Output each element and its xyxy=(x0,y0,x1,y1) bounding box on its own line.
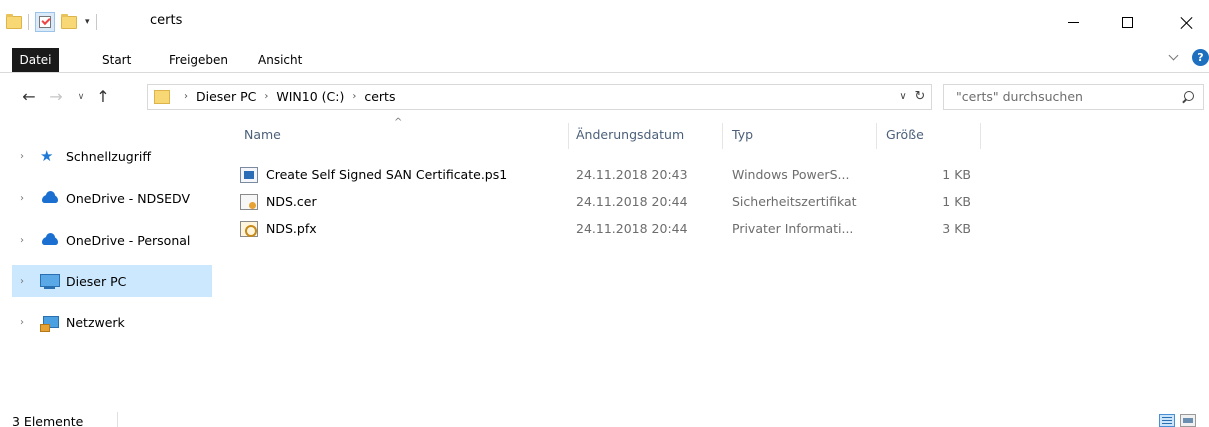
breadcrumb-separator[interactable]: › xyxy=(184,85,188,109)
status-separator xyxy=(117,412,118,427)
details-view-icon[interactable] xyxy=(1159,414,1175,427)
title-bar: ▾ certs xyxy=(0,0,1209,44)
breadcrumb: › Dieser PC › WIN10 (C:) › certs xyxy=(176,85,395,109)
file-type: Windows PowerS... xyxy=(732,167,850,182)
certificate-file-icon xyxy=(240,193,258,210)
column-header-date[interactable]: Änderungsdatum xyxy=(576,120,684,150)
file-date: 24.11.2018 20:43 xyxy=(576,167,688,182)
sidebar-item-label: Netzwerk xyxy=(66,314,125,330)
close-icon xyxy=(1180,16,1193,29)
sidebar-item-label: OneDrive - NDSEDV xyxy=(66,190,190,206)
breadcrumb-separator[interactable]: › xyxy=(264,85,268,109)
column-divider[interactable] xyxy=(876,123,877,149)
sidebar-item-dieser-pc[interactable]: › Dieser PC xyxy=(12,265,212,297)
column-header-name[interactable]: Name xyxy=(244,120,281,150)
expand-chevron-icon[interactable]: › xyxy=(14,235,30,246)
toolbar-separator xyxy=(95,14,97,30)
search-input[interactable]: "certs" durchsuchen xyxy=(943,84,1204,110)
up-button[interactable]: ↑ xyxy=(92,86,114,108)
powershell-file-icon xyxy=(240,166,258,183)
toolbar-separator xyxy=(28,14,29,30)
file-name[interactable]: NDS.pfx xyxy=(266,221,317,236)
file-row[interactable]: Create Self Signed SAN Certificate.ps1 2… xyxy=(236,164,996,185)
expand-ribbon-chevron-icon[interactable] xyxy=(1168,51,1180,63)
onedrive-icon xyxy=(40,190,60,206)
breadcrumb-separator[interactable]: › xyxy=(352,85,356,109)
file-size: 3 KB xyxy=(942,221,971,236)
file-size: 1 KB xyxy=(942,194,971,209)
tab-start[interactable]: Start xyxy=(102,48,131,72)
column-header-type[interactable]: Typ xyxy=(732,120,753,150)
tab-ansicht[interactable]: Ansicht xyxy=(258,48,302,72)
file-name[interactable]: Create Self Signed SAN Certificate.ps1 xyxy=(266,167,507,182)
large-icons-view-icon[interactable] xyxy=(1180,414,1196,427)
address-history-dropdown[interactable]: ∨ xyxy=(896,85,910,109)
maximize-icon xyxy=(1121,16,1133,28)
status-item-count: 3 Elemente xyxy=(12,414,84,427)
pfx-file-icon xyxy=(240,220,258,237)
breadcrumb-drive[interactable]: WIN10 (C:) xyxy=(276,85,344,109)
address-bar[interactable]: › Dieser PC › WIN10 (C:) › certs ∨ ↻ xyxy=(147,84,932,110)
forward-button[interactable]: → xyxy=(45,86,67,108)
new-folder-button[interactable] xyxy=(61,13,77,29)
sort-ascending-icon: ^ xyxy=(394,117,403,128)
breadcrumb-dieser-pc[interactable]: Dieser PC xyxy=(196,85,256,109)
sidebar-item-schnellzugriff[interactable]: › ★ Schnellzugriff xyxy=(12,140,212,172)
refresh-icon[interactable]: ↻ xyxy=(911,85,929,109)
properties-button[interactable] xyxy=(35,12,55,32)
expand-chevron-icon[interactable]: › xyxy=(14,317,30,328)
sidebar-item-onedrive-personal[interactable]: › OneDrive - Personal xyxy=(12,224,212,256)
column-divider[interactable] xyxy=(980,123,981,149)
navigation-bar: ← → ∨ ↑ › Dieser PC › WIN10 (C:) › certs… xyxy=(0,80,1209,114)
tab-freigeben[interactable]: Freigeben xyxy=(169,48,228,72)
window-title: certs xyxy=(150,13,183,28)
file-row[interactable]: NDS.cer 24.11.2018 20:44 Sicherheitszert… xyxy=(236,191,996,212)
sidebar-item-netzwerk[interactable]: › Netzwerk xyxy=(12,306,212,338)
file-name[interactable]: NDS.cer xyxy=(266,194,317,209)
search-icon[interactable] xyxy=(1180,90,1196,106)
breadcrumb-certs[interactable]: certs xyxy=(364,85,395,109)
expand-chevron-icon[interactable]: › xyxy=(14,151,30,162)
file-type: Sicherheitszertifikat xyxy=(732,194,857,209)
sidebar-item-label: Schnellzugriff xyxy=(66,148,151,164)
properties-icon xyxy=(39,16,51,28)
column-header-size[interactable]: Größe xyxy=(886,120,924,150)
file-row[interactable]: NDS.pfx 24.11.2018 20:44 Privater Inform… xyxy=(236,218,996,239)
sidebar-item-label: Dieser PC xyxy=(66,273,127,289)
minimize-icon xyxy=(1067,21,1079,23)
navigation-pane: › ★ Schnellzugriff › OneDrive - NDSEDV ›… xyxy=(0,120,213,400)
sidebar-item-label: OneDrive - Personal xyxy=(66,232,191,248)
file-date: 24.11.2018 20:44 xyxy=(576,221,688,236)
recent-locations-button[interactable]: ∨ xyxy=(70,86,92,108)
file-type: Privater Informati... xyxy=(732,221,854,236)
close-button[interactable] xyxy=(1163,0,1209,44)
network-icon xyxy=(40,314,60,332)
ribbon-tabs: Datei Start Freigeben Ansicht ? xyxy=(0,45,1209,73)
minimize-button[interactable] xyxy=(1050,0,1096,44)
file-date: 24.11.2018 20:44 xyxy=(576,194,688,209)
expand-chevron-icon[interactable]: › xyxy=(14,193,30,204)
folder-icon xyxy=(154,90,170,104)
computer-icon xyxy=(40,273,60,289)
help-icon[interactable]: ? xyxy=(1192,49,1209,66)
tab-datei[interactable]: Datei xyxy=(12,48,59,72)
customize-toolbar-dropdown[interactable]: ▾ xyxy=(85,17,90,27)
quick-access-toolbar: ▾ xyxy=(6,9,103,35)
back-button[interactable]: ← xyxy=(18,86,40,108)
column-divider[interactable] xyxy=(568,123,569,149)
file-size: 1 KB xyxy=(942,167,971,182)
expand-chevron-icon[interactable]: › xyxy=(14,276,30,287)
onedrive-icon xyxy=(40,232,60,248)
column-divider[interactable] xyxy=(722,123,723,149)
maximize-button[interactable] xyxy=(1104,0,1150,44)
search-placeholder: "certs" durchsuchen xyxy=(956,89,1083,104)
sidebar-item-onedrive-ndsedv[interactable]: › OneDrive - NDSEDV xyxy=(12,182,212,214)
star-icon: ★ xyxy=(40,147,54,165)
folder-icon xyxy=(6,13,22,29)
